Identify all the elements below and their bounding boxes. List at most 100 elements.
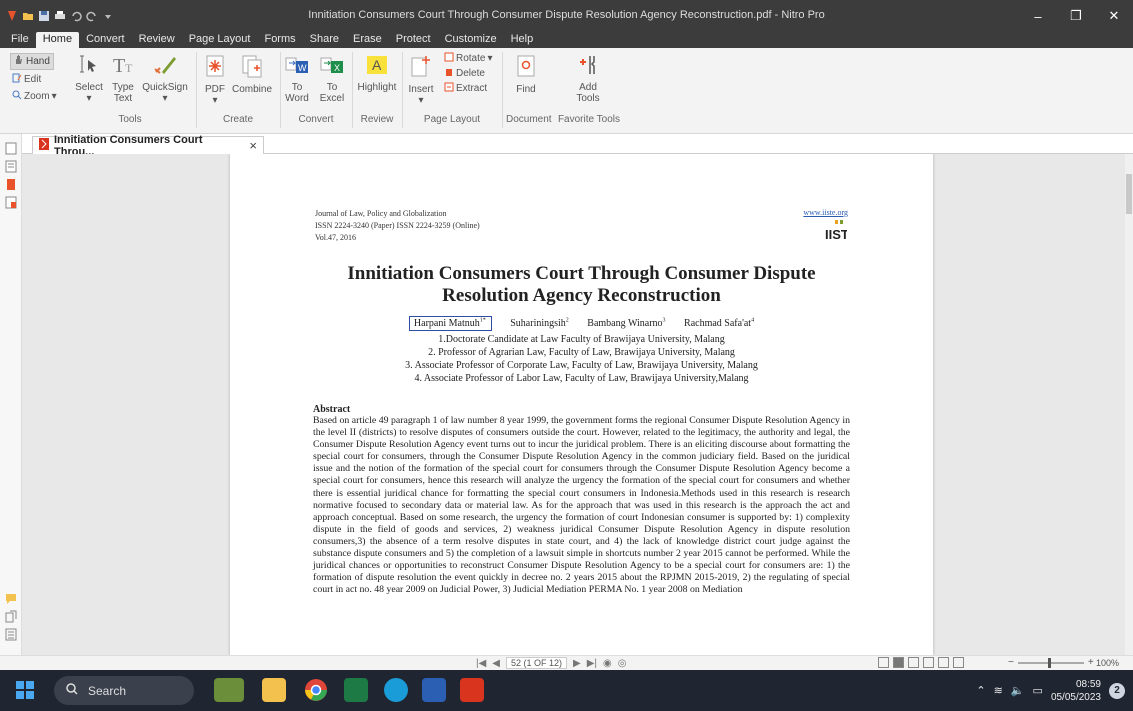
author-selected[interactable]: Harpani Matnuh1* <box>408 316 492 332</box>
wifi-icon[interactable]: ≋ <box>994 684 1003 697</box>
pdf-button[interactable]: PDF ▾ <box>202 54 228 106</box>
tab-help[interactable]: Help <box>504 32 541 48</box>
quicksign-icon <box>142 54 188 79</box>
fit-width-icon[interactable] <box>938 657 949 668</box>
tab-file[interactable]: File <box>4 32 36 48</box>
print-icon[interactable] <box>54 10 66 22</box>
scrollbar-thumb[interactable] <box>1126 174 1132 214</box>
zoom-slider[interactable] <box>1017 657 1084 668</box>
insert-button[interactable]: Insert ▾ <box>406 54 436 106</box>
extract-label: Extract <box>456 83 488 94</box>
document-tab-strip: Innitiation Consumers Court Throu... × <box>22 134 1133 158</box>
fit-page-icon[interactable] <box>953 657 964 668</box>
chevron-down-icon: ▾ <box>418 95 424 106</box>
clock[interactable]: 08:59 05/05/2023 <box>1051 678 1101 704</box>
quick-access-toolbar <box>0 10 114 22</box>
journal-name: Journal of Law, Policy and Globalization <box>315 209 447 218</box>
notification-badge[interactable]: 2 <box>1109 682 1125 699</box>
rotate-button[interactable]: Rotate ▾ <box>444 52 498 65</box>
comments-panel-icon[interactable] <box>5 592 17 605</box>
continuous-view-icon[interactable] <box>893 657 904 668</box>
start-button[interactable] <box>16 681 34 699</box>
output-panel-icon[interactable] <box>5 610 17 623</box>
extract-button[interactable]: Extract <box>444 82 498 95</box>
highlight-button[interactable]: A Highlight <box>354 54 400 93</box>
edge-icon[interactable] <box>384 678 408 702</box>
single-page-view-icon[interactable] <box>878 657 889 668</box>
close-window-button[interactable]: ✕ <box>1095 0 1133 32</box>
next-page-icon[interactable]: ▶ <box>573 658 581 669</box>
pdf-page[interactable]: Journal of Law, Policy and Globalization… <box>230 154 933 655</box>
undo-icon[interactable] <box>70 10 82 22</box>
redo-icon[interactable] <box>86 10 98 22</box>
customize-qat-icon[interactable] <box>102 10 114 22</box>
tab-forms[interactable]: Forms <box>257 32 302 48</box>
fields-panel-icon[interactable] <box>5 628 17 641</box>
excel-app-icon[interactable] <box>344 678 368 702</box>
tab-convert[interactable]: Convert <box>79 32 132 48</box>
tab-review[interactable]: Review <box>132 32 182 48</box>
tab-protect[interactable]: Protect <box>389 32 438 48</box>
to-excel-button[interactable]: X To Excel <box>316 54 348 104</box>
nitro-app-icon[interactable] <box>460 678 484 702</box>
tab-page-layout[interactable]: Page Layout <box>182 32 258 48</box>
combine-button[interactable]: Combine <box>230 54 274 95</box>
chevron-down-icon: ▾ <box>86 93 92 104</box>
document-canvas[interactable]: Journal of Law, Policy and Globalization… <box>22 154 1133 655</box>
zoom-percentage[interactable]: 100% <box>1096 658 1119 668</box>
tab-customize[interactable]: Customize <box>438 32 504 48</box>
battery-icon[interactable]: ▭ <box>1033 684 1043 697</box>
page-number-field[interactable]: 52 (1 OF 12) <box>506 657 568 669</box>
chrome-icon[interactable] <box>304 678 328 702</box>
hand-tool-button[interactable]: Hand <box>10 53 54 70</box>
find-button[interactable]: Find <box>508 54 544 95</box>
last-page-icon[interactable]: ▶| <box>587 658 597 669</box>
zoom-in-icon[interactable]: + <box>1088 657 1094 668</box>
window-title: Innitiation Consumers Court Through Cons… <box>308 9 825 21</box>
vertical-scrollbar[interactable] <box>1125 154 1133 655</box>
first-page-icon[interactable]: |◀ <box>476 658 486 669</box>
type-text-button[interactable]: TT Type Text <box>108 54 138 104</box>
file-explorer-icon[interactable] <box>262 678 286 702</box>
minimize-button[interactable]: ‒ <box>1019 0 1057 32</box>
zoom-slider-knob[interactable] <box>1047 657 1051 668</box>
nitro-pro-window: Innitiation Consumers Court Through Cons… <box>0 0 1133 711</box>
tab-share[interactable]: Share <box>303 32 346 48</box>
ribbon: Hand Edit Zoom ▾ Select ▾ TT Type Text Q… <box>0 48 1133 134</box>
zoom-tool-button[interactable]: Zoom ▾ <box>12 90 57 103</box>
chevron-up-icon[interactable]: ⌃ <box>976 684 985 697</box>
restore-button[interactable]: ❐ <box>1057 0 1095 32</box>
close-tab-icon[interactable]: × <box>249 138 257 153</box>
attachments-panel-icon[interactable] <box>5 178 17 191</box>
group-page-layout-label: Page Layout <box>423 114 481 125</box>
delete-button[interactable]: Delete <box>444 67 498 80</box>
tab-erase[interactable]: Erase <box>346 32 389 48</box>
zoom-out-icon[interactable]: − <box>1008 657 1014 668</box>
signatures-panel-icon[interactable] <box>5 196 17 209</box>
clock-date: 05/05/2023 <box>1050 691 1101 703</box>
taskbar-search[interactable]: Search <box>54 676 194 705</box>
to-word-button[interactable]: W To Word <box>282 54 312 104</box>
widgets-icon[interactable] <box>214 678 244 702</box>
save-icon[interactable] <box>38 10 50 22</box>
next-view-icon[interactable]: ◎ <box>618 658 627 669</box>
word-app-icon[interactable] <box>422 678 446 702</box>
pages-panel-icon[interactable] <box>5 142 17 155</box>
iiste-logo: IISTE <box>825 220 858 242</box>
quicksign-button[interactable]: QuickSign ▾ <box>142 54 188 104</box>
volume-icon[interactable]: 🔈 <box>1011 684 1025 697</box>
bookmarks-panel-icon[interactable] <box>5 160 17 173</box>
left-panel-toolbar <box>0 134 22 655</box>
edit-tool-button[interactable]: Edit <box>12 73 41 86</box>
journal-url-link[interactable]: www.iiste.org <box>803 208 848 217</box>
document-tab[interactable]: Innitiation Consumers Court Throu... × <box>32 134 264 158</box>
previous-page-icon[interactable]: ◀ <box>492 658 500 669</box>
ribbon-separator <box>280 52 281 128</box>
facing-continuous-view-icon[interactable] <box>923 657 934 668</box>
previous-view-icon[interactable]: ◉ <box>603 658 612 669</box>
open-folder-icon[interactable] <box>22 10 34 22</box>
select-button[interactable]: Select ▾ <box>74 54 104 104</box>
add-tools-button[interactable]: Add Tools <box>568 54 608 104</box>
tab-home[interactable]: Home <box>35 32 80 48</box>
facing-view-icon[interactable] <box>908 657 919 668</box>
